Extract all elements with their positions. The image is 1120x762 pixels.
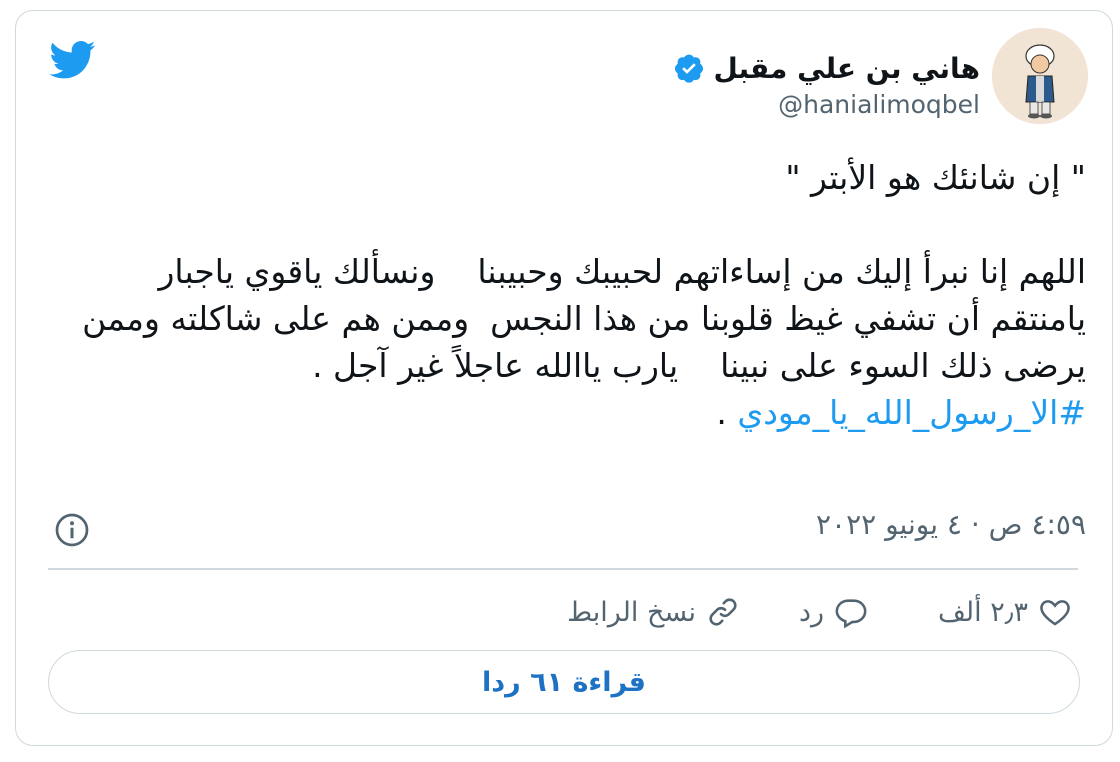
link-icon[interactable] xyxy=(706,595,740,629)
verified-badge-icon xyxy=(675,54,704,83)
copy-link-action[interactable]: نسخ الرابط xyxy=(567,590,740,634)
author-name-row[interactable]: هاني بن علي مقبل xyxy=(673,48,980,88)
info-icon[interactable] xyxy=(54,512,90,548)
reply-action[interactable]: رد xyxy=(799,590,868,634)
like-action[interactable]: ٢٫٣ ألف xyxy=(938,590,1072,634)
tweet-body: اللهم إنا نبرأ إليك من إساءاتهم لحبيبك و… xyxy=(71,252,1086,385)
tweet-line-quote: " إن شانئك هو الأبتر " xyxy=(785,158,1086,197)
author-handle[interactable]: @hanialimoqbel xyxy=(778,90,980,119)
twitter-bird-icon[interactable] xyxy=(50,40,96,80)
avatar[interactable] xyxy=(992,28,1088,124)
author-display-name[interactable]: هاني بن علي مقبل xyxy=(713,52,980,85)
reply-label[interactable]: رد xyxy=(799,597,824,628)
speech-bubble-icon[interactable] xyxy=(834,595,868,629)
heart-icon[interactable] xyxy=(1038,595,1072,629)
like-count[interactable]: ٢٫٣ ألف xyxy=(938,597,1028,628)
tweet-text: " إن شانئك هو الأبتر " اللهم إنا نبرأ إل… xyxy=(56,154,1086,436)
tweet-timestamp[interactable]: ٤:٥٩ ص · ٤ يونيو ٢٠٢٢ xyxy=(816,508,1086,541)
read-replies-button[interactable]: قراءة ٦١ ردا xyxy=(48,650,1080,714)
hashtag-suffix: . xyxy=(716,393,738,432)
avatar-illustration xyxy=(992,28,1088,124)
hashtag-link[interactable]: #الا_رسول_الله_يا_مودي xyxy=(737,393,1086,432)
divider xyxy=(48,568,1078,570)
copy-link-label[interactable]: نسخ الرابط xyxy=(567,597,696,628)
